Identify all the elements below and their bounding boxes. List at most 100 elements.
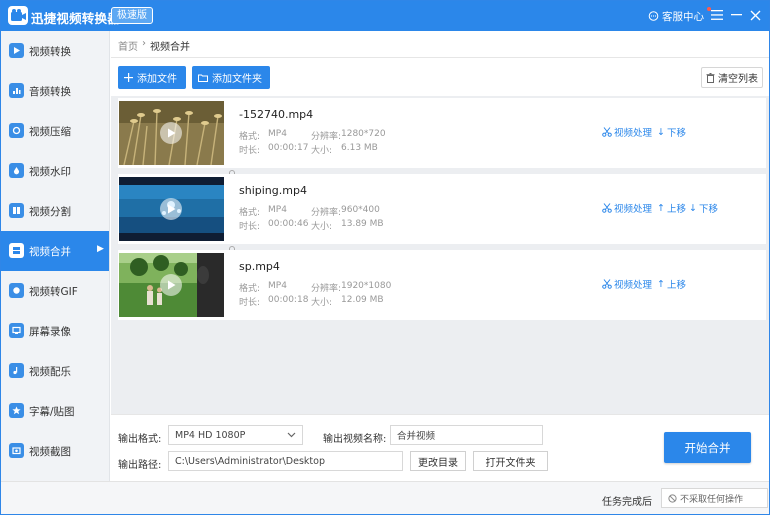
sidebar-item-label: 视频配乐 (29, 366, 71, 378)
size-label: 大小: (311, 146, 333, 156)
screenshot-icon (9, 443, 24, 458)
video-process-label: 视频处理 (614, 280, 653, 291)
video-process-button[interactable]: 视频处理 (602, 125, 652, 139)
breadcrumb-home[interactable]: 首页 (118, 38, 138, 53)
ban-icon (668, 493, 677, 503)
sidebar-item-label: 音频转换 (29, 86, 71, 98)
output-name-input[interactable]: 合并视频 (390, 425, 543, 445)
file-name: -152740.mp4 (239, 108, 314, 121)
arrow-down-icon: ↓ (689, 202, 697, 214)
after-task-label: 任务完成后 (602, 497, 652, 508)
app-window: 迅捷视频转换器 极速版 客服中心 视频转换 音频转换 视频压缩 视频水印 视频分… (0, 0, 770, 515)
sidebar-item-video-watermark[interactable]: 视频水印 (1, 151, 109, 191)
file-row[interactable]: shiping.mp4 格式: MP4 分辨率: 960*400 时长: 00:… (118, 174, 766, 244)
video-thumbnail (119, 101, 224, 165)
video-process-button[interactable]: 视频处理 (602, 201, 652, 215)
add-folder-label: 添加文件夹 (212, 74, 262, 85)
duration-label: 时长: (239, 298, 261, 308)
subtitle-icon (9, 403, 24, 418)
move-down-button[interactable]: ↓ 下移 (689, 201, 718, 216)
trash-icon (706, 72, 715, 83)
close-button[interactable] (746, 6, 764, 24)
after-task-value: 不采取任何操作 (680, 494, 744, 505)
minimize-button[interactable] (727, 6, 745, 24)
resolution-label: 分辨率: (311, 284, 342, 294)
move-up-label: 上移 (666, 204, 686, 215)
sidebar-item-label: 字幕/贴图 (29, 406, 75, 418)
play-icon[interactable] (160, 274, 182, 296)
after-task-select[interactable]: 不采取任何操作 (661, 488, 768, 508)
menu-button[interactable] (708, 6, 726, 24)
output-format-select[interactable]: MP4 HD 1080P (168, 425, 303, 445)
minimize-icon (730, 14, 742, 16)
video-compress-icon (9, 123, 24, 138)
clear-list-label: 清空列表 (718, 74, 758, 85)
app-logo-icon (8, 6, 28, 25)
duration-value: 00:00:18 (268, 295, 309, 305)
video-convert-icon (9, 43, 24, 58)
format-label: 格式: (239, 284, 261, 294)
move-up-button[interactable]: ↑ 上移 (657, 277, 686, 292)
video-watermark-icon (9, 163, 24, 178)
sidebar-item-label: 屏幕录像 (29, 326, 71, 338)
breadcrumb: 首页 › 视频合并 (118, 38, 190, 53)
sidebar-item-video-merge[interactable]: 视频合并 ▶ (1, 231, 109, 271)
play-icon[interactable] (160, 122, 182, 144)
sidebar-item-video-convert[interactable]: 视频转换 (1, 31, 109, 71)
close-icon (750, 10, 760, 20)
sidebar-item-subtitle[interactable]: 字幕/贴图 (1, 391, 109, 431)
add-file-label: 添加文件 (137, 74, 177, 85)
output-path-label: 输出路径: (118, 460, 162, 471)
move-down-label: 下移 (666, 128, 686, 139)
sidebar-item-label: 视频水印 (29, 166, 71, 178)
file-row[interactable]: sp.mp4 格式: MP4 分辨率: 1920*1080 时长: 00:00:… (118, 250, 766, 320)
sidebar-item-label: 视频压缩 (29, 126, 71, 138)
chevron-right-icon: ▶ (97, 244, 104, 254)
plus-icon (124, 73, 133, 82)
clear-list-button[interactable]: 清空列表 (701, 67, 763, 88)
sidebar-item-video-compress[interactable]: 视频压缩 (1, 111, 109, 151)
sidebar-item-video-gif[interactable]: 视频转GIF (1, 271, 109, 311)
help-center-link[interactable]: 客服中心 (648, 9, 704, 24)
resolution-value: 1280*720 (341, 129, 386, 139)
file-name: shiping.mp4 (239, 184, 307, 197)
edition-badge: 极速版 (111, 7, 153, 24)
sidebar-item-video-music[interactable]: 视频配乐 (1, 351, 109, 391)
format-label: 格式: (239, 208, 261, 218)
app-title: 迅捷视频转换器 (31, 11, 120, 26)
open-folder-button[interactable]: 打开文件夹 (473, 451, 548, 471)
duration-value: 00:00:46 (268, 219, 309, 229)
resolution-label: 分辨率: (311, 208, 342, 218)
add-folder-button[interactable]: 添加文件夹 (192, 66, 270, 89)
size-label: 大小: (311, 298, 333, 308)
sidebar-item-label: 视频分割 (29, 206, 71, 218)
video-music-icon (9, 363, 24, 378)
resolution-value: 1920*1080 (341, 281, 392, 291)
start-merge-button[interactable]: 开始合并 (664, 432, 751, 463)
move-down-button[interactable]: ↓ 下移 (657, 125, 686, 140)
breadcrumb-separator: › (142, 38, 146, 49)
video-thumbnail (119, 253, 224, 317)
output-name-label: 输出视频名称: (323, 434, 387, 445)
sidebar-item-screenshot[interactable]: 视频截图 (1, 431, 109, 471)
add-file-button[interactable]: 添加文件 (118, 66, 186, 89)
play-icon[interactable] (160, 198, 182, 220)
size-value: 13.89 MB (341, 219, 384, 229)
format-label: 格式: (239, 132, 261, 142)
file-row[interactable]: -152740.mp4 格式: MP4 分辨率: 1280*720 时长: 00… (118, 98, 766, 168)
format-value: MP4 (268, 281, 287, 291)
sidebar-item-screen-record[interactable]: 屏幕录像 (1, 311, 109, 351)
footer-bar: 任务完成后 不采取任何操作 (1, 481, 769, 514)
chevron-down-icon (287, 432, 296, 438)
size-value: 12.09 MB (341, 295, 384, 305)
output-path-input[interactable]: C:\Users\Administrator\Desktop (168, 451, 403, 471)
video-process-button[interactable]: 视频处理 (602, 277, 652, 291)
size-label: 大小: (311, 222, 333, 232)
arrow-down-icon: ↓ (657, 126, 665, 138)
change-directory-button[interactable]: 更改目录 (410, 451, 466, 471)
sidebar-item-video-split[interactable]: 视频分割 (1, 191, 109, 231)
sidebar-item-audio-convert[interactable]: 音频转换 (1, 71, 109, 111)
move-up-button[interactable]: ↑ 上移 (657, 201, 686, 216)
scissors-icon (602, 203, 612, 213)
scissors-icon (602, 279, 612, 289)
